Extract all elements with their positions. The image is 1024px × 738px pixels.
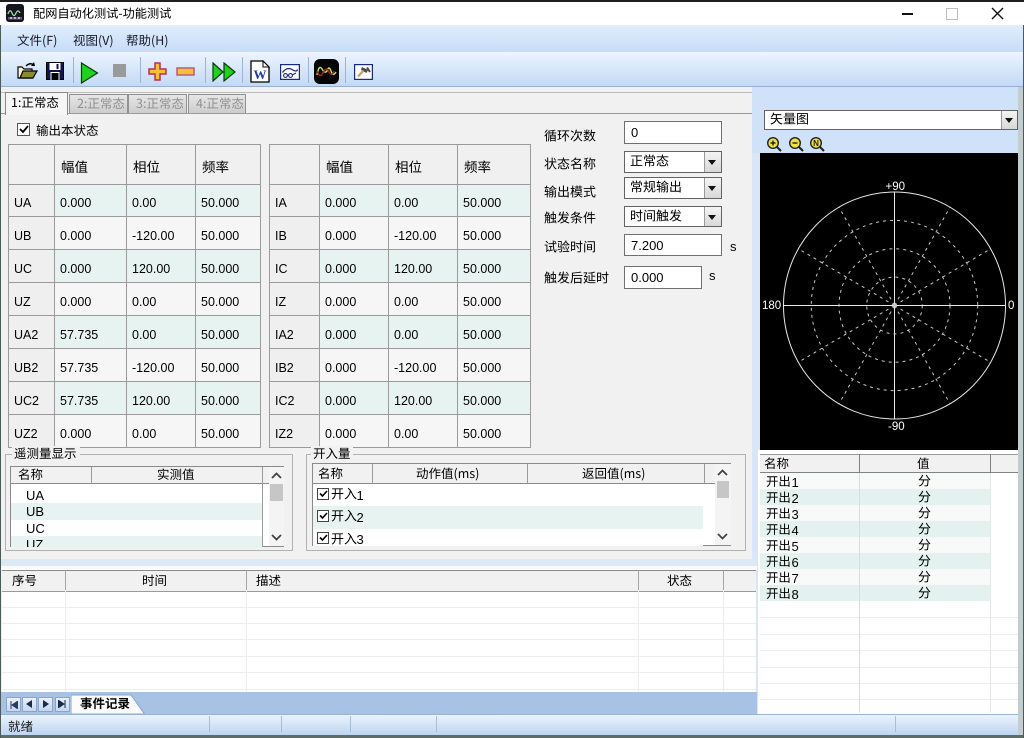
svg-text:-90: -90 (888, 421, 905, 433)
svg-text:W: W (254, 67, 267, 82)
svg-text:180: 180 (762, 300, 781, 312)
svg-text:0: 0 (1008, 300, 1014, 312)
svg-text:+90: +90 (886, 181, 906, 193)
svg-text:N: N (813, 139, 819, 148)
